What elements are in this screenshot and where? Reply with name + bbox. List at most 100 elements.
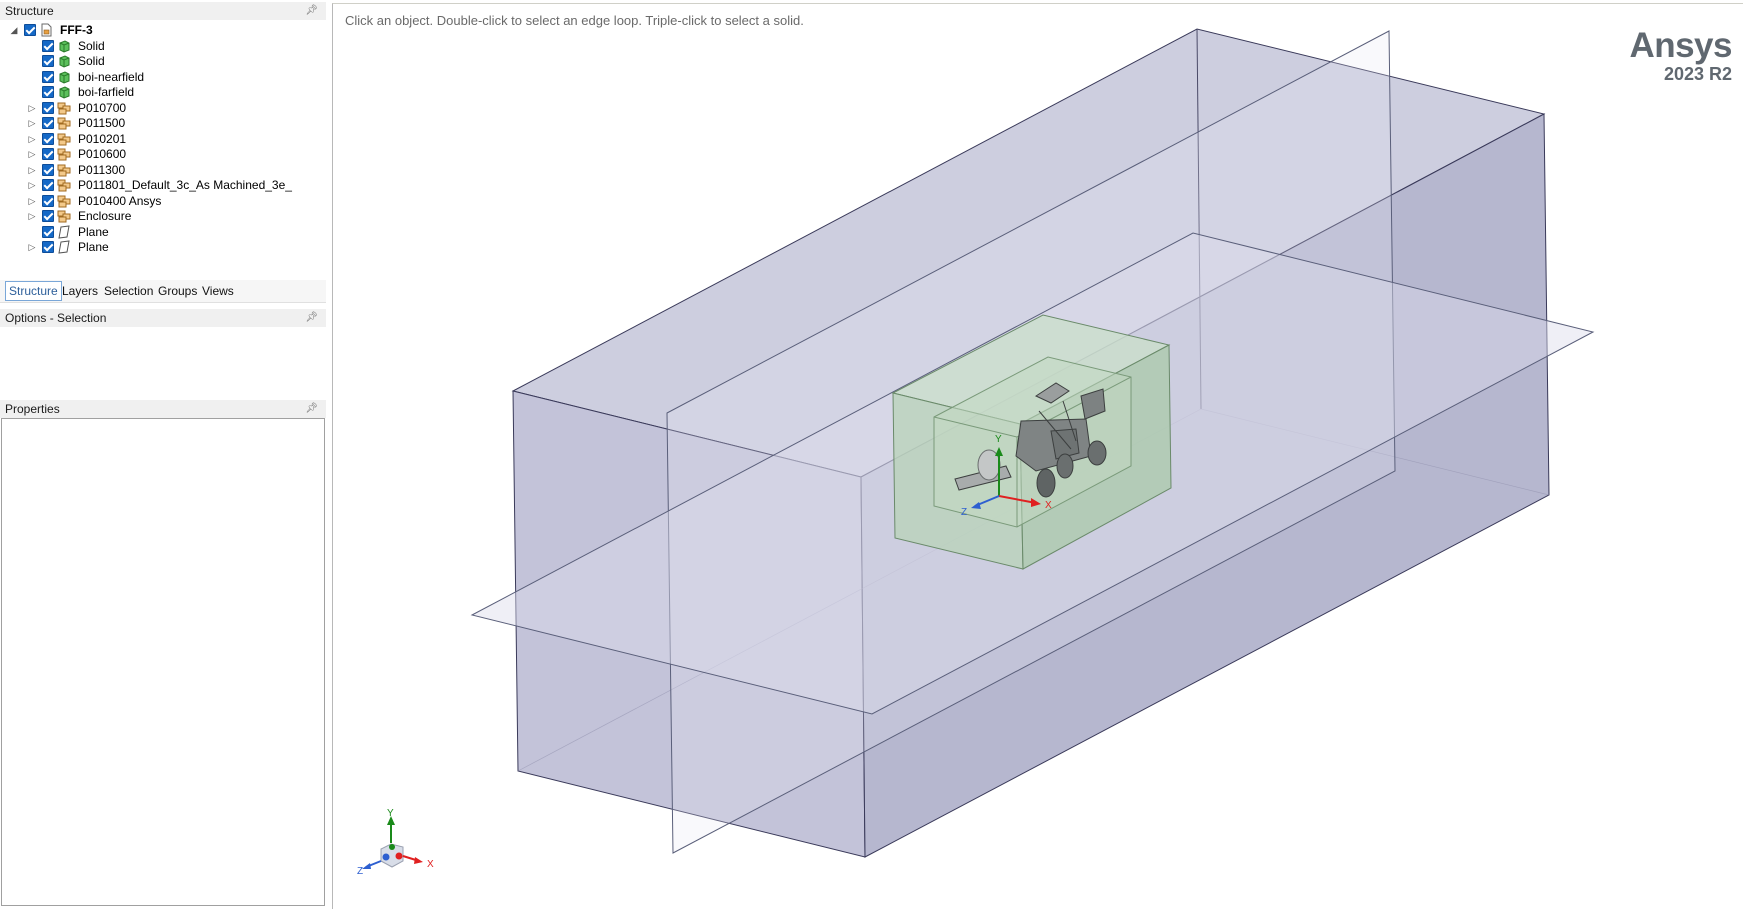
tree-item-label: P010201: [78, 131, 127, 146]
component-icon: [57, 178, 71, 192]
solid-body-icon: [57, 54, 71, 68]
tree-row[interactable]: ▷ P010700: [0, 100, 326, 116]
panel-tabs: Structure Layers Selection Groups Views: [0, 280, 326, 303]
collapse-arrow-icon[interactable]: ◢: [8, 22, 20, 38]
expand-arrow-icon[interactable]: ▷: [26, 177, 38, 193]
tree-item-label: P010400 Ansys: [78, 193, 162, 208]
options-panel-header: Options - Selection 📌︎: [0, 309, 326, 327]
structure-panel-title: Structure: [5, 4, 54, 18]
visibility-checkbox[interactable]: [42, 55, 54, 67]
expand-arrow-icon[interactable]: ▷: [26, 100, 38, 116]
triad-y-label: Y: [995, 434, 1002, 445]
visibility-checkbox[interactable]: [42, 225, 54, 238]
tree-row[interactable]: ▷ Plane: [0, 239, 326, 255]
tree-row[interactable]: Solid: [0, 38, 326, 54]
tree-item-label: P011500: [78, 116, 126, 130]
tree-item-label: P010700: [78, 100, 127, 115]
component-icon: [57, 147, 71, 161]
component-icon: [57, 163, 71, 177]
tree-row[interactable]: boi-farfield: [0, 84, 326, 100]
tree-row[interactable]: Solid: [0, 53, 326, 69]
structure-tree: ◢ FFF-3 Solid Solid boi-nearfield boi-farfiel…: [0, 22, 326, 267]
solid-body-icon: [57, 39, 71, 53]
cube-y-label: Y: [387, 808, 394, 819]
brand-version: 2023 R2: [1663, 64, 1732, 84]
tree-row[interactable]: ▷ P011500: [0, 115, 326, 131]
tab-views[interactable]: Views: [199, 282, 237, 300]
left-panel: Structure 📌︎ ◢ FFF-3 Solid Solid boi-nearfie…: [0, 0, 328, 908]
tree-row[interactable]: ▷ P011300: [0, 162, 326, 178]
properties-panel-title: Properties: [5, 402, 60, 416]
structure-panel-header: Structure 📌︎: [0, 2, 326, 20]
tree-item-label: Plane: [78, 224, 109, 239]
cube-x-label: X: [427, 859, 434, 870]
visibility-checkbox[interactable]: [42, 117, 54, 129]
visibility-checkbox[interactable]: [42, 86, 54, 98]
tree-item-label: Plane: [78, 240, 109, 254]
tree-item-label: P011801_Default_3c_As Machined_3e_: [78, 178, 292, 192]
tab-layers[interactable]: Layers: [59, 282, 101, 300]
cube-z-label: Z: [357, 866, 363, 877]
tree-item-label: boi-nearfield: [78, 69, 145, 84]
tree-row[interactable]: ◢ FFF-3: [0, 22, 326, 38]
component-icon: [57, 132, 71, 146]
tree-item-label: FFF-3: [60, 23, 93, 37]
triad-x-label: X: [1045, 500, 1052, 511]
document-icon: [39, 23, 53, 37]
tree-row[interactable]: boi-nearfield: [0, 69, 326, 85]
tab-structure[interactable]: Structure: [5, 281, 62, 301]
expand-arrow-icon[interactable]: ▷: [26, 131, 38, 147]
tree-row[interactable]: ▷ Enclosure: [0, 208, 326, 224]
solid-body-icon: [57, 85, 71, 99]
brand-name: Ansys: [1629, 26, 1732, 65]
tree-item-label: Enclosure: [78, 209, 132, 223]
plane-icon: [57, 240, 71, 254]
component-icon: [57, 209, 71, 223]
triad-z-label: Z: [961, 507, 967, 518]
expand-arrow-icon[interactable]: ▷: [26, 162, 38, 178]
visibility-checkbox[interactable]: [42, 241, 54, 253]
tab-groups[interactable]: Groups: [155, 282, 200, 300]
tree-row[interactable]: ▷ P010600: [0, 146, 326, 162]
expand-arrow-icon[interactable]: ▷: [26, 115, 38, 131]
visibility-checkbox[interactable]: [42, 210, 54, 222]
properties-grid[interactable]: [1, 418, 325, 906]
options-panel-title: Options - Selection: [5, 311, 107, 325]
visibility-checkbox[interactable]: [42, 194, 54, 207]
tree-item-label: P010600: [78, 147, 127, 161]
scene-canvas[interactable]: Y X Z Y X Z: [333, 4, 1743, 909]
orientation-triad[interactable]: Y X Z: [357, 808, 434, 877]
expand-arrow-icon[interactable]: ▷: [26, 208, 38, 224]
component-icon: [57, 101, 71, 115]
pin-icon[interactable]: 📌︎: [305, 309, 318, 327]
visibility-checkbox[interactable]: [42, 101, 54, 114]
component-icon: [57, 194, 71, 208]
visibility-checkbox[interactable]: [42, 70, 54, 83]
pin-icon[interactable]: 📌︎: [305, 400, 318, 418]
tree-row[interactable]: Plane: [0, 224, 326, 240]
plane-icon: [57, 224, 71, 239]
tree-row[interactable]: ▷ P011801_Default_3c_As Machined_3e_: [0, 177, 326, 193]
component-icon: [57, 116, 71, 130]
tree-row[interactable]: ▷ P010400 Ansys: [0, 193, 326, 209]
tree-row[interactable]: ▷ P010201: [0, 131, 326, 147]
pin-icon[interactable]: 📌︎: [305, 2, 318, 20]
tree-item-label: Solid: [78, 38, 105, 53]
solid-body-icon: [57, 70, 71, 84]
3d-viewport[interactable]: Click an object. Double-click to select …: [332, 3, 1743, 909]
visibility-checkbox[interactable]: [42, 148, 54, 160]
visibility-checkbox[interactable]: [42, 163, 54, 176]
tree-item-label: P011300: [78, 162, 126, 177]
ansys-logo: Ansys 2023 R2: [1629, 26, 1732, 85]
tab-selection[interactable]: Selection: [101, 282, 156, 300]
visibility-checkbox[interactable]: [42, 132, 54, 145]
expand-arrow-icon[interactable]: ▷: [26, 239, 38, 255]
expand-arrow-icon[interactable]: ▷: [26, 193, 38, 209]
visibility-checkbox[interactable]: [24, 24, 36, 36]
visibility-checkbox[interactable]: [42, 39, 54, 52]
expand-arrow-icon[interactable]: ▷: [26, 146, 38, 162]
tree-item-label: Solid: [78, 54, 105, 68]
visibility-checkbox[interactable]: [42, 179, 54, 191]
properties-panel-header: Properties 📌︎: [0, 400, 326, 418]
tree-item-label: boi-farfield: [78, 85, 135, 99]
